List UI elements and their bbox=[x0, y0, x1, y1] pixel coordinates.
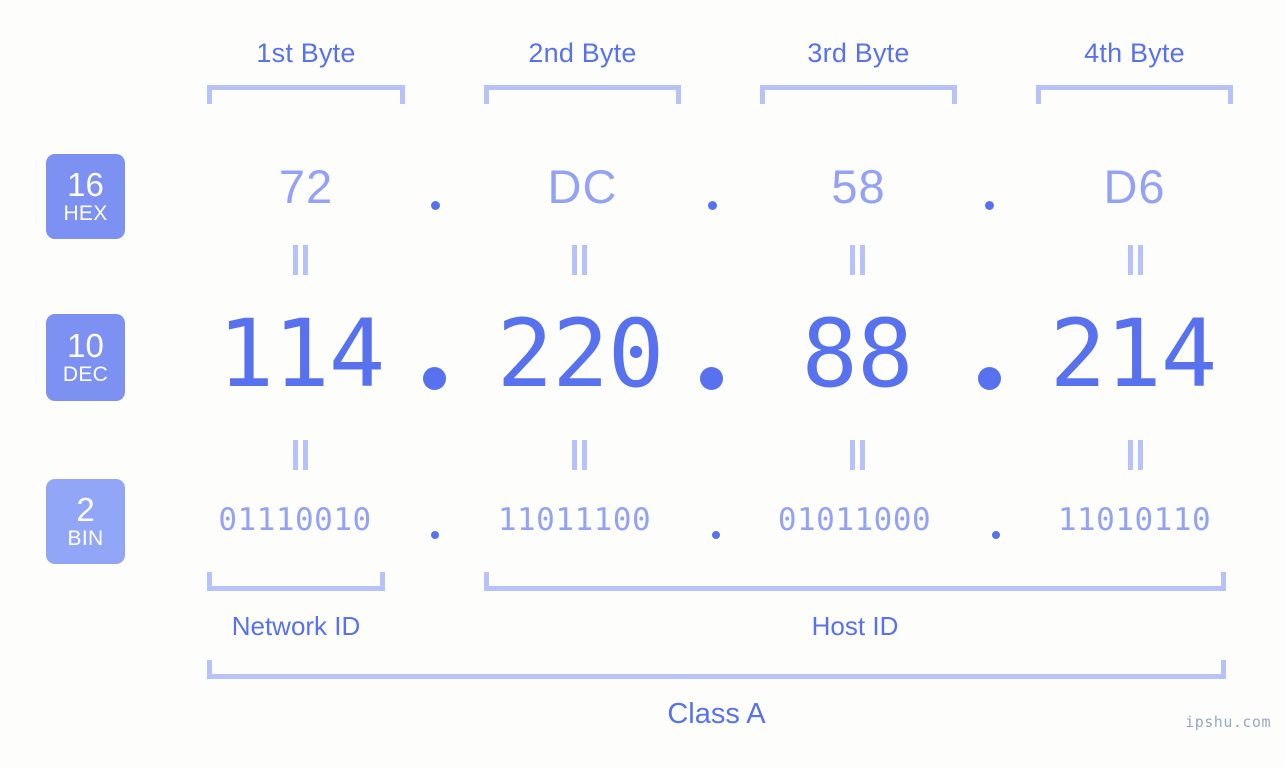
byte-header-3: 3rd Byte bbox=[807, 38, 910, 68]
dec-separator-1 bbox=[423, 367, 446, 390]
byte-bracket-3 bbox=[760, 85, 957, 104]
hex-byte-4: D6 bbox=[1103, 160, 1166, 213]
network-id-label: Network ID bbox=[231, 611, 361, 641]
dec-separator-2 bbox=[700, 367, 723, 390]
bin-separator-1 bbox=[431, 531, 439, 539]
site-watermark: ipshu.com bbox=[1185, 713, 1271, 731]
dec-byte-1: 114 bbox=[217, 300, 386, 409]
equals-sign-dec-bin-3 bbox=[850, 440, 866, 470]
equals-sign-hex-dec-3 bbox=[850, 245, 866, 275]
dec-separator-3 bbox=[978, 367, 1001, 390]
radix-badge-bin: 2 BIN bbox=[46, 479, 125, 564]
class-label: Class A bbox=[667, 698, 766, 730]
radix-badge-hex-name: HEX bbox=[63, 202, 108, 225]
hex-byte-2: DC bbox=[547, 160, 618, 213]
equals-sign-dec-bin-4 bbox=[1128, 440, 1144, 470]
radix-badge-hex: 16 HEX bbox=[46, 154, 125, 239]
equals-sign-hex-dec-2 bbox=[572, 245, 588, 275]
byte-header-4: 4th Byte bbox=[1084, 38, 1185, 68]
radix-badge-dec-number: 10 bbox=[67, 327, 104, 364]
radix-badge-bin-number: 2 bbox=[76, 491, 95, 528]
dec-byte-2: 220 bbox=[496, 300, 665, 409]
bin-byte-3: 01011000 bbox=[777, 502, 932, 538]
class-bracket bbox=[207, 660, 1226, 679]
network-id-bracket bbox=[207, 572, 385, 591]
byte-bracket-4 bbox=[1036, 85, 1233, 104]
equals-sign-dec-bin-1 bbox=[293, 440, 309, 470]
radix-badge-bin-name: BIN bbox=[67, 527, 104, 550]
hex-byte-3: 58 bbox=[831, 160, 886, 213]
hex-separator-3 bbox=[985, 201, 994, 210]
byte-bracket-1 bbox=[207, 85, 405, 104]
byte-bracket-2 bbox=[484, 85, 681, 104]
bin-separator-3 bbox=[992, 531, 1000, 539]
byte-header-1: 1st Byte bbox=[256, 38, 356, 68]
bin-separator-2 bbox=[712, 531, 720, 539]
equals-sign-hex-dec-4 bbox=[1128, 245, 1144, 275]
dec-byte-4: 214 bbox=[1049, 300, 1218, 409]
radix-badge-hex-number: 16 bbox=[67, 166, 104, 203]
hex-separator-2 bbox=[708, 201, 717, 210]
equals-sign-hex-dec-1 bbox=[293, 245, 309, 275]
radix-badge-dec: 10 DEC bbox=[46, 314, 125, 401]
host-id-bracket bbox=[484, 572, 1226, 591]
bin-byte-1: 01110010 bbox=[218, 502, 372, 538]
dec-byte-3: 88 bbox=[801, 300, 913, 409]
bin-byte-4: 11010110 bbox=[1057, 502, 1212, 538]
byte-header-2: 2nd Byte bbox=[528, 38, 637, 68]
host-id-label: Host ID bbox=[811, 611, 899, 641]
equals-sign-dec-bin-2 bbox=[572, 440, 588, 470]
radix-badge-dec-name: DEC bbox=[62, 363, 109, 386]
hex-byte-1: 72 bbox=[278, 160, 334, 213]
ip-byte-breakdown-diagram: 1st Byte 2nd Byte 3rd Byte 4th Byte 16 H… bbox=[0, 0, 1285, 767]
bin-byte-2: 11011100 bbox=[497, 502, 652, 538]
hex-separator-1 bbox=[431, 201, 440, 210]
